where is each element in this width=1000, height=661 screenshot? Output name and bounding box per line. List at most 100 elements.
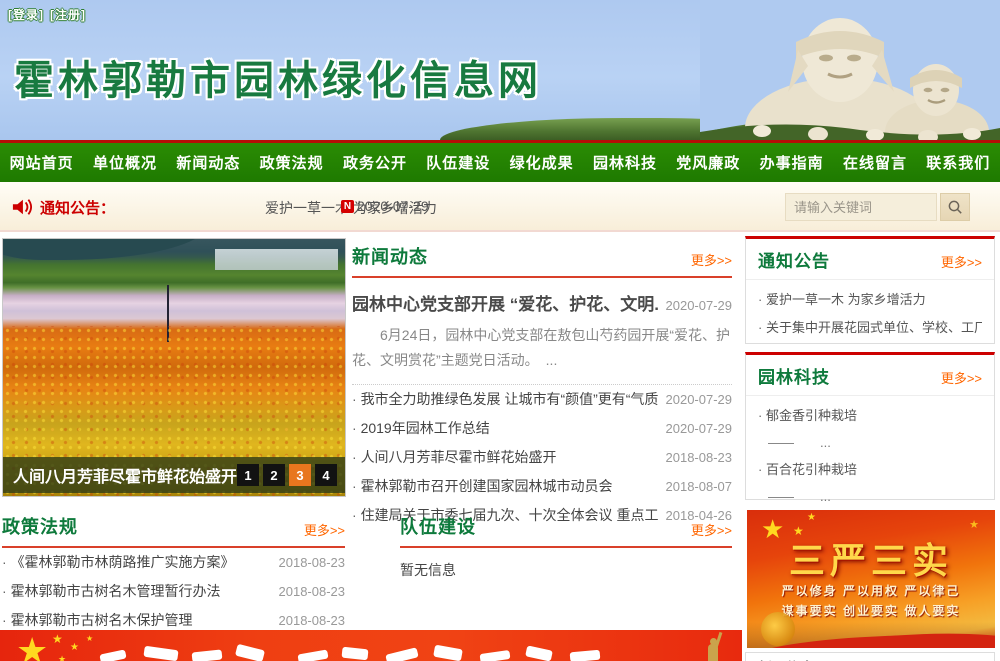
speaker-icon [12,198,32,216]
notice-bar: 通知公告： 爱护一草一木 为家乡增活力 N 2020-07-29 [0,182,1000,232]
news-more-link[interactable]: 更多>> [691,250,732,269]
news-item-date: 2018-08-23 [666,443,733,472]
star-icon: ★ [52,632,63,646]
photo-carousel[interactable]: 人间八月芳菲尽霍市鲜花始盛开 1 2 3 4 [2,238,346,497]
pager-3-active[interactable]: 3 [289,464,311,486]
news-title: 新闻动态 [352,243,428,269]
nav-item-team[interactable]: 队伍建设 [417,143,500,182]
search-button[interactable] [940,193,970,221]
policy-section: 政策法规 更多>> 《霍林郭勒市林荫路推广实施方案》 2018-08-23 霍林… [2,513,345,635]
policy-title: 政策法规 [2,513,78,539]
party-banner-title: 三严三实 [747,532,995,584]
news-featured-row: 园林中心党支部开展 “爱花、护花、文明... 2020-07-29 [352,290,732,315]
team-section: 队伍建设 更多>> 暂无信息 [400,513,732,580]
page: [登录] [注册] 霍林郭勒市园林绿化信息网 [0,0,1000,661]
news-list-item: 我市全力助推绿色发展 让城市有“颜值”更有“气质” 2020-07-29 [352,385,732,414]
nav-item-message[interactable]: 在线留言 [833,143,916,182]
news-section: 新闻动态 更多>> 园林中心党支部开展 “爱花、护花、文明... 2020-07… [352,243,732,530]
policy-item-link[interactable]: 《霍林郭勒市林荫路推广实施方案》 [2,548,235,577]
notice-box-header: 通知公告 更多>> [746,239,994,280]
carousel-caption-bar: 人间八月芳菲尽霍市鲜花始盛开 1 2 3 4 [3,457,345,493]
news-item-link[interactable]: 人间八月芳菲尽霍市鲜花始盛开 [352,443,557,472]
search-input[interactable] [785,193,937,221]
policy-list: 《霍林郭勒市林荫路推广实施方案》 2018-08-23 霍林郭勒市古树名木管理暂… [2,548,345,635]
policy-item-date: 2018-08-23 [279,548,346,577]
news-list-item: 霍林郭勒市召开创建国家园林城市动员会 2018-08-07 [352,472,732,501]
notice-box-item-link[interactable]: 关于集中开展花园式单位、学校、工厂... [758,314,982,342]
star-icon: ★ [58,654,66,661]
party-emblem-icon [761,612,795,646]
tech-box-item-link[interactable]: 郁金香引种栽培 [758,402,982,430]
site-title: 霍林郭勒市园林绿化信息网 [14,48,542,106]
team-empty-text: 暂无信息 [400,560,732,580]
nav-item-home[interactable]: 网站首页 [0,143,83,182]
pager-4[interactable]: 4 [315,464,337,486]
carousel-caption[interactable]: 人间八月芳菲尽霍市鲜花始盛开 [13,463,237,487]
news-list-item: 2019年园林工作总结 2020-07-29 [352,414,732,443]
notice-label: 通知公告： [40,197,115,218]
pager-1[interactable]: 1 [237,464,259,486]
team-title: 队伍建设 [400,513,476,539]
login-link[interactable]: [登录] [8,8,44,22]
notice-box-item-link[interactable]: 爱护一草一木 为家乡增活力 [758,286,982,314]
policy-more-link[interactable]: 更多>> [304,520,345,539]
star-icon: ★ [969,518,979,531]
nav-item-party[interactable]: 党风廉政 [667,143,750,182]
bottom-banner-image[interactable]: ★ ★ ★ ★ ★ [0,630,742,661]
main-nav: 网站首页 单位概况 新闻动态 政策法规 政务公开 队伍建设 绿化成果 园林科技 … [0,140,1000,182]
tech-box-header: 园林科技 更多>> [746,355,994,396]
team-header: 队伍建设 更多>> [400,513,732,548]
notice-ticker-date: 2020-07-29 [357,198,429,214]
policy-list-item: 霍林郭勒市古树名木管理暂行办法 2018-08-23 [2,577,345,606]
nav-item-greening[interactable]: 绿化成果 [500,143,583,182]
carousel-hill-decor [2,238,208,260]
news-item-link[interactable]: 霍林郭勒市召开创建国家园林城市动员会 [352,472,613,501]
policy-list-item: 《霍林郭勒市林荫路推广实施方案》 2018-08-23 [2,548,345,577]
site-header: [登录] [注册] 霍林郭勒市园林绿化信息网 [0,0,1000,140]
tech-box-item-link[interactable]: 百合花引种栽培 [758,456,982,484]
tech-box-item-sub: —— ... [758,430,982,456]
register-link[interactable]: [注册] [50,8,86,22]
news-featured-date: 2020-07-29 [666,298,733,313]
star-icon: ★ [807,512,816,523]
news-item-link[interactable]: 2019年园林工作总结 [352,414,490,443]
policy-header: 政策法规 更多>> [2,513,345,548]
policy-item-link[interactable]: 霍林郭勒市古树名木管理暂行办法 [2,577,221,606]
carousel-buildings-decor [215,249,338,270]
party-banner-line1: 严以修身 严以用权 严以律己 [747,582,995,599]
nav-item-gov-info[interactable]: 政务公开 [333,143,416,182]
notice-box: 通知公告 更多>> 爱护一草一木 为家乡增活力 关于集中开展花园式单位、学校、工… [745,236,995,344]
news-featured-summary: 6月24日，园林中心党支部在敖包山芍药园开展“爱花、护花、文明赏花”主题党日活动… [352,323,732,385]
news-featured-title[interactable]: 园林中心党支部开展 “爱花、护花、文明... [352,290,658,315]
search-icon [947,199,963,215]
auth-links: [登录] [注册] [8,6,92,23]
tech-box-title: 园林科技 [758,363,830,388]
tech-box: 园林科技 更多>> 郁金香引种栽培 —— ... 百合花引种栽培 —— ... [745,352,995,500]
news-item-date: 2020-07-29 [666,385,733,414]
party-banner-image[interactable]: ★ ★ ★ ★ 三严三实 严以修身 严以用权 严以律己 谋事要实 创业要实 做人… [747,510,995,648]
policy-item-date: 2018-08-23 [279,577,346,606]
notice-box-more-link[interactable]: 更多>> [941,252,982,271]
news-item-link[interactable]: 我市全力助推绿色发展 让城市有“颜值”更有“气质” [352,385,658,414]
news-item-date: 2020-07-29 [666,414,733,443]
nav-item-guide[interactable]: 办事指南 [750,143,833,182]
carousel-pager: 1 2 3 4 [237,464,337,486]
star-icon: ★ [16,630,48,661]
nav-item-contact[interactable]: 联系我们 [917,143,1000,182]
genghis-khan-statues-image [700,0,1000,140]
nav-item-news[interactable]: 新闻动态 [167,143,250,182]
new-badge-icon: N [341,200,354,213]
nav-item-tech[interactable]: 园林科技 [583,143,666,182]
news-list-item: 人间八月芳菲尽霍市鲜花始盛开 2018-08-23 [352,443,732,472]
news-item-date: 2018-08-07 [666,472,733,501]
news-header: 新闻动态 更多>> [352,243,732,278]
team-more-link[interactable]: 更多>> [691,520,732,539]
news-list: 我市全力助推绿色发展 让城市有“颜值”更有“气质” 2020-07-29 201… [352,385,732,530]
tech-box-more-link[interactable]: 更多>> [941,368,982,387]
pager-2[interactable]: 2 [263,464,285,486]
star-icon: ★ [86,634,93,643]
sidebar-empty-box: 暂无信息 [745,652,995,661]
nav-item-policy[interactable]: 政策法规 [250,143,333,182]
tech-box-item-sub: —— ... [758,484,982,510]
nav-item-about[interactable]: 单位概况 [83,143,166,182]
